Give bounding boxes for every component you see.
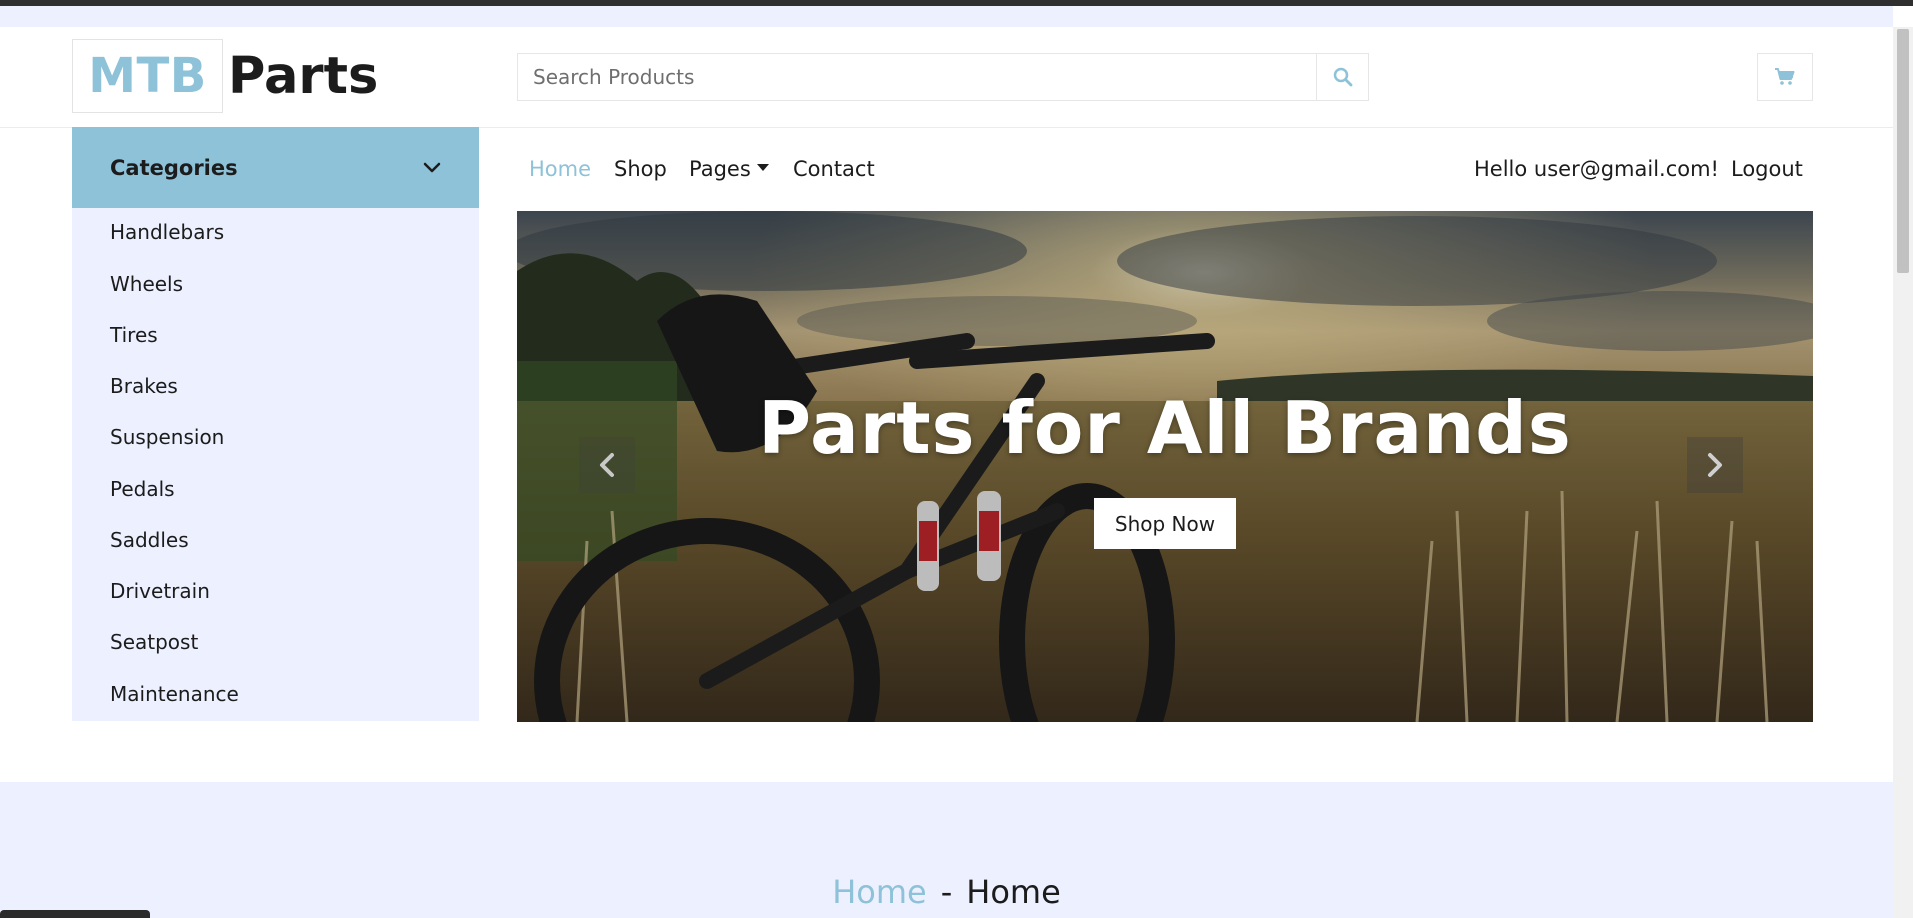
logo-mtb[interactable]: MTB [72, 39, 223, 113]
category-pedals[interactable]: Pedals [110, 473, 175, 505]
logout-link[interactable]: Logout [1731, 153, 1803, 185]
chevron-right-icon [1708, 453, 1722, 477]
chevron-down-icon [423, 162, 441, 172]
carousel-prev-button[interactable] [579, 437, 635, 493]
breadcrumb-separator: - [940, 873, 953, 911]
category-tires[interactable]: Tires [110, 319, 158, 351]
breadcrumb-home-link[interactable]: Home [832, 873, 927, 911]
hero-carousel: Parts for All Brands Shop Now [517, 211, 1813, 722]
category-maintenance[interactable]: Maintenance [110, 678, 239, 710]
category-handlebars[interactable]: Handlebars [110, 216, 224, 248]
cart-button[interactable] [1757, 53, 1813, 101]
category-wheels[interactable]: Wheels [110, 268, 183, 300]
nav-pages[interactable]: Pages [689, 153, 769, 185]
category-suspension[interactable]: Suspension [110, 421, 224, 453]
page-scrollbar[interactable] [1893, 27, 1913, 918]
categories-list: Handlebars Wheels Tires Brakes Suspensio… [72, 208, 479, 721]
carousel-next-button[interactable] [1687, 437, 1743, 493]
nav-shop[interactable]: Shop [614, 153, 667, 185]
floating-bar [0, 910, 150, 918]
category-saddles[interactable]: Saddles [110, 524, 189, 556]
categories-title: Categories [110, 155, 238, 180]
caret-down-icon [756, 163, 769, 171]
search-input[interactable] [518, 54, 1316, 100]
breadcrumb: Home - Home [0, 872, 1893, 912]
nav-home[interactable]: Home [529, 153, 591, 185]
search-bar [517, 53, 1369, 101]
category-brakes[interactable]: Brakes [110, 370, 178, 402]
top-strip [0, 6, 1893, 27]
search-icon [1333, 67, 1352, 87]
category-seatpost[interactable]: Seatpost [110, 626, 198, 658]
shopping-cart-icon [1775, 68, 1795, 85]
categories-toggle[interactable]: Categories [72, 127, 479, 208]
hero-title: Parts for All Brands [758, 386, 1572, 470]
scrollbar-thumb[interactable] [1897, 29, 1909, 273]
nav-contact[interactable]: Contact [793, 153, 875, 185]
user-greeting: Hello user@gmail.com! [1474, 157, 1719, 181]
search-button[interactable] [1316, 54, 1368, 100]
breadcrumb-current: Home [966, 873, 1061, 911]
category-drivetrain[interactable]: Drivetrain [110, 575, 210, 607]
logo-parts[interactable]: Parts [228, 44, 378, 108]
chevron-left-icon [600, 453, 614, 477]
shop-now-button[interactable]: Shop Now [1094, 498, 1236, 549]
nav-pages-label: Pages [689, 157, 751, 181]
